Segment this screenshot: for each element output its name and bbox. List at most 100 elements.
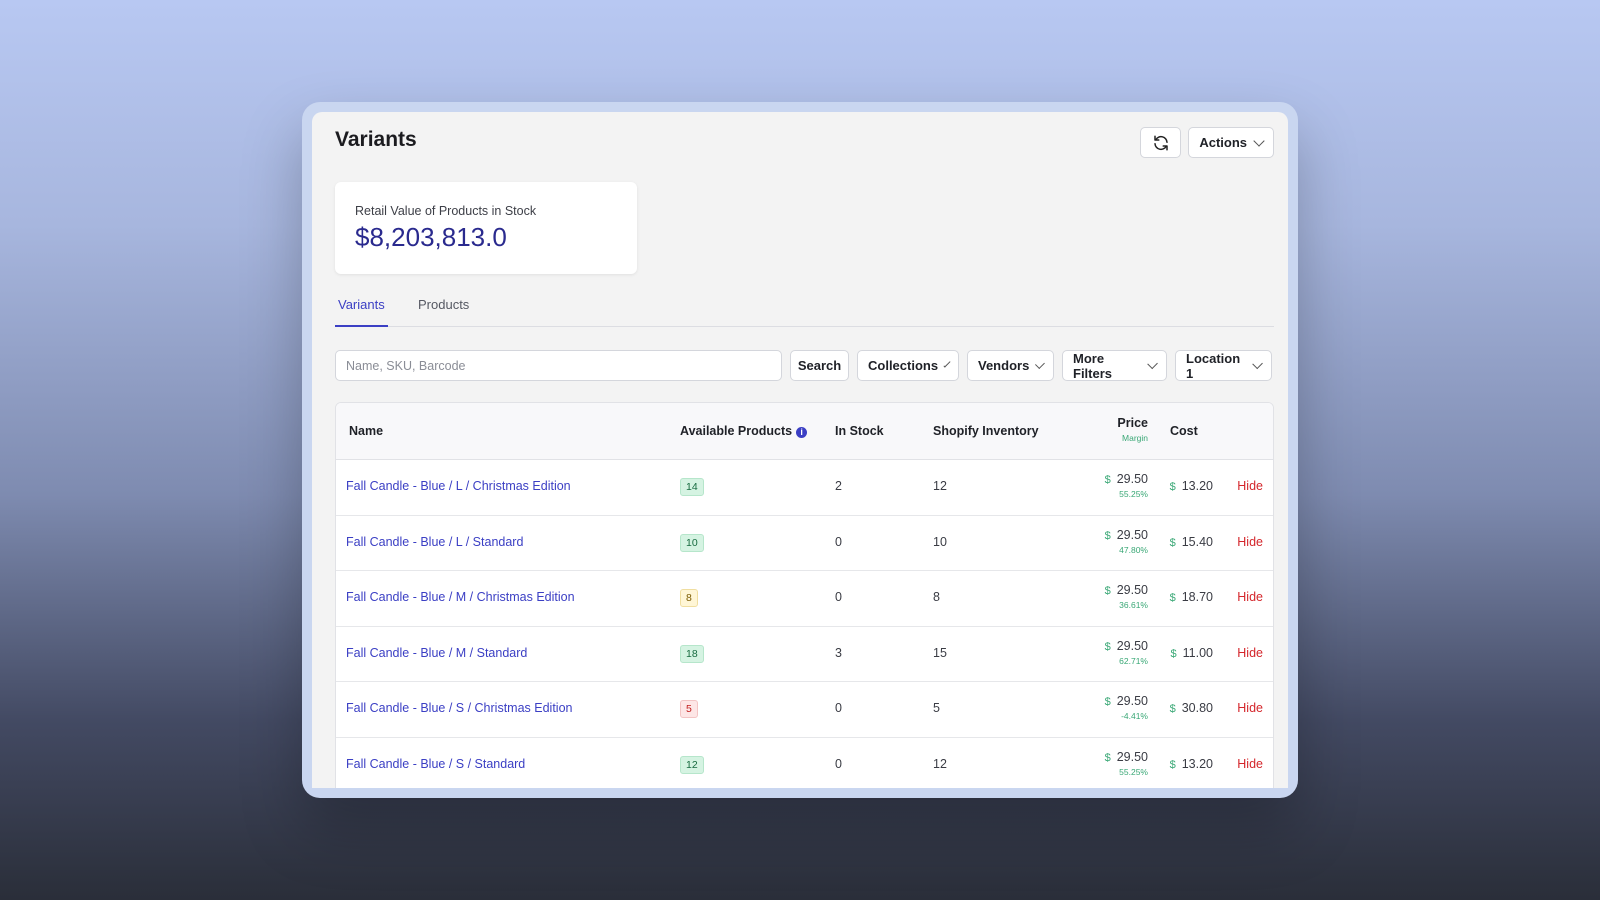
stat-value: $8,203,813.0 [355, 222, 507, 252]
cost-value: 30.80 [1181, 701, 1213, 715]
variant-name-link[interactable]: Fall Candle - Blue / L / Christmas Editi… [346, 479, 571, 493]
actions-label: Actions [1199, 135, 1247, 150]
currency-symbol: $ [1104, 640, 1111, 653]
price-cell: $29.50 -4.41% [1105, 694, 1148, 721]
shopify-inventory-value: 15 [933, 645, 947, 660]
in-stock-value: 0 [835, 756, 842, 771]
chevron-down-icon [1035, 358, 1045, 369]
in-stock-value: 3 [835, 645, 842, 660]
shopify-inventory-value: 12 [933, 756, 947, 771]
table-row: Fall Candle - Blue / S / Standard 12 0 1… [336, 738, 1273, 789]
cost-cell: $30.80 [1170, 701, 1213, 715]
shopify-inventory-value: 12 [933, 479, 947, 493]
price-cell: $29.50 36.61% [1105, 583, 1148, 610]
price-cell: $29.50 62.71% [1105, 639, 1148, 666]
cost-value: 13.20 [1181, 756, 1213, 771]
table-row: Fall Candle - Blue / L / Standard 10 0 1… [336, 516, 1273, 571]
tab-products[interactable]: Products [418, 297, 469, 312]
search-button[interactable]: Search [790, 350, 849, 381]
price-value: 29.50 [1116, 638, 1148, 653]
in-stock-value: 0 [835, 590, 842, 604]
header-name: Name [349, 424, 384, 438]
currency-symbol: $ [1169, 703, 1176, 715]
price-value: 29.50 [1116, 694, 1148, 708]
header-available-label: Available Products [680, 424, 793, 438]
available-badge: 8 [680, 589, 698, 607]
location-label: Location 1 [1186, 350, 1241, 381]
hide-button[interactable]: Hide [1237, 479, 1263, 493]
available-badge: 14 [680, 478, 704, 496]
variant-name-link[interactable]: Fall Candle - Blue / L / Standard [346, 535, 523, 549]
header-shopify-inventory: Shopify Inventory [933, 424, 1039, 438]
variant-name-link[interactable]: Fall Candle - Blue / M / Christmas Editi… [346, 590, 575, 604]
cost-cell: $11.00 [1171, 646, 1213, 660]
shopify-inventory-value: 8 [933, 590, 940, 604]
table-header: Name Available Products i In Stock Shopif… [336, 403, 1273, 460]
cost-value: 15.40 [1181, 534, 1213, 549]
stat-label: Retail Value of Products in Stock [355, 204, 537, 218]
header-cost: Cost [1170, 424, 1198, 438]
more-filters-dropdown[interactable]: More Filters [1062, 350, 1167, 381]
currency-symbol: $ [1170, 647, 1177, 660]
price-value: 29.50 [1116, 749, 1148, 764]
shopify-inventory-value: 10 [933, 534, 947, 549]
price-cell: $29.50 47.80% [1105, 528, 1148, 555]
available-badge: 12 [680, 755, 704, 774]
header-in-stock: In Stock [835, 424, 884, 438]
refresh-icon [1154, 135, 1168, 150]
app-window: Variants Actions Retail Value of Product… [312, 112, 1288, 788]
search-input[interactable] [335, 350, 782, 381]
cost-cell: $18.70 [1170, 590, 1213, 604]
currency-symbol: $ [1104, 751, 1111, 764]
hide-button[interactable]: Hide [1237, 701, 1263, 715]
variants-table: Name Available Products i In Stock Shopif… [335, 402, 1274, 788]
table-row: Fall Candle - Blue / S / Christmas Editi… [336, 682, 1273, 738]
currency-symbol: $ [1104, 474, 1111, 486]
chevron-down-icon [1146, 358, 1158, 369]
currency-symbol: $ [1169, 481, 1176, 493]
collections-label: Collections [868, 358, 939, 373]
cost-cell: $13.20 [1170, 757, 1213, 771]
currency-symbol: $ [1104, 696, 1111, 708]
table-row: Fall Candle - Blue / M / Standard 18 3 1… [336, 627, 1273, 682]
margin-value: 47.80% [1119, 544, 1148, 555]
tab-bar: Variants Products [335, 292, 1274, 327]
collections-dropdown[interactable]: Collections [857, 350, 959, 381]
location-dropdown[interactable]: Location 1 [1175, 350, 1272, 381]
header-price: Price Margin [1117, 416, 1148, 443]
available-badge: 5 [680, 700, 698, 718]
available-badge: 10 [680, 533, 704, 552]
in-stock-value: 2 [835, 479, 842, 493]
tab-products-label: Products [418, 297, 470, 312]
header-margin-label: Margin [1122, 433, 1148, 443]
currency-symbol: $ [1169, 536, 1176, 549]
hide-button[interactable]: Hide [1237, 590, 1263, 604]
header-price-label: Price [1117, 416, 1148, 430]
cost-value: 13.20 [1181, 479, 1213, 493]
margin-value: 55.25% [1119, 766, 1148, 777]
cost-cell: $15.40 [1170, 535, 1213, 549]
hide-button[interactable]: Hide [1237, 757, 1263, 771]
hide-button[interactable]: Hide [1237, 535, 1263, 549]
tab-variants[interactable]: Variants [338, 297, 385, 312]
in-stock-value: 0 [835, 534, 842, 549]
active-tab-indicator [335, 325, 388, 327]
in-stock-value: 0 [835, 701, 842, 715]
margin-value: 55.25% [1119, 489, 1148, 499]
price-cell: $29.50 55.25% [1105, 750, 1148, 777]
variant-name-link[interactable]: Fall Candle - Blue / M / Standard [346, 646, 527, 660]
table-row: Fall Candle - Blue / M / Christmas Editi… [336, 571, 1273, 627]
variant-name-link[interactable]: Fall Candle - Blue / S / Standard [346, 757, 525, 771]
filter-bar: Search Collections Vendors More Filters … [335, 350, 1274, 381]
available-badge: 18 [680, 644, 704, 663]
currency-symbol: $ [1169, 758, 1176, 771]
info-icon[interactable]: i [796, 427, 808, 438]
table-body: Fall Candle - Blue / L / Christmas Editi… [336, 460, 1273, 788]
variant-name-link[interactable]: Fall Candle - Blue / S / Christmas Editi… [346, 701, 572, 715]
price-value: 29.50 [1116, 527, 1148, 542]
vendors-dropdown[interactable]: Vendors [967, 350, 1054, 381]
refresh-button[interactable] [1140, 127, 1182, 158]
hide-button[interactable]: Hide [1237, 646, 1263, 660]
actions-dropdown[interactable]: Actions [1188, 127, 1274, 158]
margin-value: 62.71% [1119, 655, 1148, 666]
